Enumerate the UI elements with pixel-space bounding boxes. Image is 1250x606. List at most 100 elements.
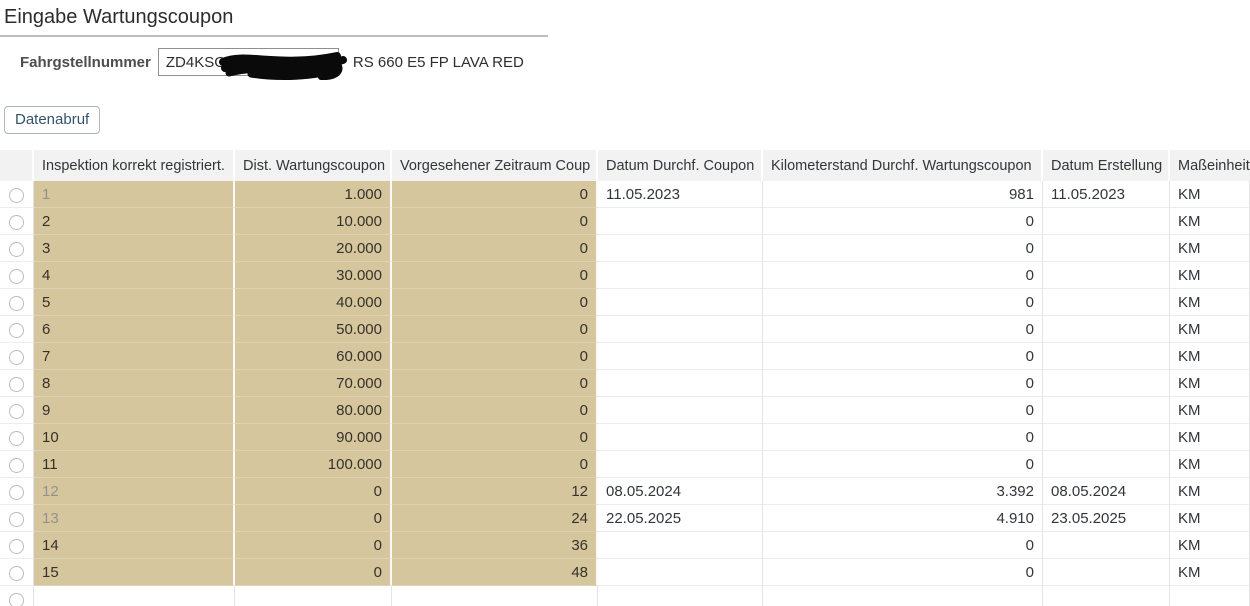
- cell-vorgesehener-zeitraum[interactable]: 0: [392, 424, 598, 451]
- cell-datum-erstellung: [1043, 424, 1170, 451]
- radio-button[interactable]: [9, 350, 24, 365]
- cell-kilometerstand: 0: [763, 397, 1043, 424]
- cell-dist-wartungscoupon[interactable]: 0: [235, 478, 392, 505]
- cell-inspektion[interactable]: 9: [34, 397, 235, 424]
- radio-button[interactable]: [9, 593, 24, 606]
- cell-vorgesehener-zeitraum[interactable]: 0: [392, 235, 598, 262]
- cell-dist-wartungscoupon[interactable]: 0: [235, 559, 392, 586]
- cell-inspektion[interactable]: 5: [34, 289, 235, 316]
- cell-dist-wartungscoupon[interactable]: 0: [235, 505, 392, 532]
- cell-kilometerstand: 0: [763, 316, 1043, 343]
- radio-button[interactable]: [9, 242, 24, 257]
- radio-button[interactable]: [9, 377, 24, 392]
- table-row: 210.00000KM: [0, 208, 1250, 235]
- cell-masseinheit: KM: [1170, 289, 1250, 316]
- radio-button[interactable]: [9, 485, 24, 500]
- cell-dist-wartungscoupon[interactable]: 100.000: [235, 451, 392, 478]
- cell-inspektion[interactable]: 6: [34, 316, 235, 343]
- cell-kilometerstand: 0: [763, 289, 1043, 316]
- cell-vorgesehener-zeitraum[interactable]: 48: [392, 559, 598, 586]
- cell-dist-wartungscoupon[interactable]: 0: [235, 532, 392, 559]
- cell-vorgesehener-zeitraum[interactable]: 0: [392, 451, 598, 478]
- radio-button[interactable]: [9, 566, 24, 581]
- cell-inspektion[interactable]: 2: [34, 208, 235, 235]
- cell-dist-wartungscoupon[interactable]: 70.000: [235, 370, 392, 397]
- cell-inspektion[interactable]: 3: [34, 235, 235, 262]
- table-row: 11.000011.05.202398111.05.2023KM: [0, 181, 1250, 208]
- cell-vorgesehener-zeitraum[interactable]: 24: [392, 505, 598, 532]
- radio-button[interactable]: [9, 323, 24, 338]
- cell-datum-durchf: [598, 235, 763, 262]
- cell-dist-wartungscoupon[interactable]: 90.000: [235, 424, 392, 451]
- datenabruf-button[interactable]: Datenabruf: [4, 106, 100, 134]
- radio-button[interactable]: [9, 431, 24, 446]
- vin-input[interactable]: ZD4KSG0: [158, 48, 339, 76]
- cell-inspektion[interactable]: 8: [34, 370, 235, 397]
- radio-cell: [0, 559, 34, 586]
- cell-inspektion[interactable]: 15: [34, 559, 235, 586]
- cell-datum-erstellung: [1043, 451, 1170, 478]
- cell-inspektion[interactable]: 4: [34, 262, 235, 289]
- cell-vorgesehener-zeitraum[interactable]: 0: [392, 343, 598, 370]
- cell-inspektion[interactable]: 10: [34, 424, 235, 451]
- cell-kilometerstand: 981: [763, 181, 1043, 208]
- radio-cell: [0, 289, 34, 316]
- cell-masseinheit: KM: [1170, 424, 1250, 451]
- cell-dist-wartungscoupon[interactable]: 1.000: [235, 181, 392, 208]
- radio-button[interactable]: [9, 215, 24, 230]
- cell-kilometerstand: 0: [763, 262, 1043, 289]
- cell-dist-wartungscoupon[interactable]: 20.000: [235, 235, 392, 262]
- radio-button[interactable]: [9, 458, 24, 473]
- cell-vorgesehener-zeitraum[interactable]: 0: [392, 181, 598, 208]
- cell-kilometerstand: 0: [763, 370, 1043, 397]
- cell-inspektion[interactable]: 13: [34, 505, 235, 532]
- cell-datum-erstellung: 11.05.2023: [1043, 181, 1170, 208]
- radio-button[interactable]: [9, 512, 24, 527]
- radio-button[interactable]: [9, 269, 24, 284]
- cell-vorgesehener-zeitraum[interactable]: 12: [392, 478, 598, 505]
- page-title: Eingabe Wartungscoupon: [0, 0, 1250, 29]
- header-datum-erstellung: Datum Erstellung: [1043, 150, 1170, 181]
- cell-inspektion[interactable]: 1: [34, 181, 235, 208]
- cell-datum-erstellung: 23.05.2025: [1043, 505, 1170, 532]
- cell-vorgesehener-zeitraum[interactable]: 0: [392, 262, 598, 289]
- cell-kilometerstand: 4.910: [763, 505, 1043, 532]
- cell-datum-erstellung: [1043, 586, 1170, 606]
- radio-button[interactable]: [9, 188, 24, 203]
- radio-button[interactable]: [9, 404, 24, 419]
- cell-dist-wartungscoupon[interactable]: 60.000: [235, 343, 392, 370]
- cell-datum-durchf: [598, 451, 763, 478]
- cell-vorgesehener-zeitraum[interactable]: 0: [392, 316, 598, 343]
- cell-dist-wartungscoupon[interactable]: 40.000: [235, 289, 392, 316]
- radio-cell: [0, 343, 34, 370]
- cell-masseinheit: [1170, 586, 1250, 606]
- cell-vorgesehener-zeitraum[interactable]: 36: [392, 532, 598, 559]
- cell-masseinheit: KM: [1170, 532, 1250, 559]
- cell-inspektion[interactable]: 14: [34, 532, 235, 559]
- cell-kilometerstand: 0: [763, 208, 1043, 235]
- cell-dist-wartungscoupon[interactable]: 10.000: [235, 208, 392, 235]
- cell-inspektion[interactable]: 12: [34, 478, 235, 505]
- cell-vorgesehener-zeitraum[interactable]: 0: [392, 370, 598, 397]
- cell-datum-durchf: [598, 208, 763, 235]
- cell-dist-wartungscoupon: [235, 586, 392, 606]
- cell-dist-wartungscoupon[interactable]: 30.000: [235, 262, 392, 289]
- cell-dist-wartungscoupon[interactable]: 50.000: [235, 316, 392, 343]
- cell-vorgesehener-zeitraum[interactable]: 0: [392, 289, 598, 316]
- cell-inspektion[interactable]: 7: [34, 343, 235, 370]
- radio-cell: [0, 397, 34, 424]
- cell-vorgesehener-zeitraum[interactable]: 0: [392, 397, 598, 424]
- cell-datum-erstellung: [1043, 343, 1170, 370]
- vehicle-model-text: RS 660 E5 FP LAVA RED: [353, 54, 524, 71]
- radio-button[interactable]: [9, 539, 24, 554]
- cell-masseinheit: KM: [1170, 235, 1250, 262]
- cell-inspektion[interactable]: 11: [34, 451, 235, 478]
- cell-datum-durchf: 08.05.2024: [598, 478, 763, 505]
- cell-vorgesehener-zeitraum[interactable]: 0: [392, 208, 598, 235]
- header-kilometerstand: Kilometerstand Durchf. Wartungscoupon: [763, 150, 1043, 181]
- cell-datum-erstellung: [1043, 370, 1170, 397]
- radio-button[interactable]: [9, 296, 24, 311]
- cell-datum-durchf: [598, 316, 763, 343]
- cell-datum-durchf: [598, 586, 763, 606]
- cell-dist-wartungscoupon[interactable]: 80.000: [235, 397, 392, 424]
